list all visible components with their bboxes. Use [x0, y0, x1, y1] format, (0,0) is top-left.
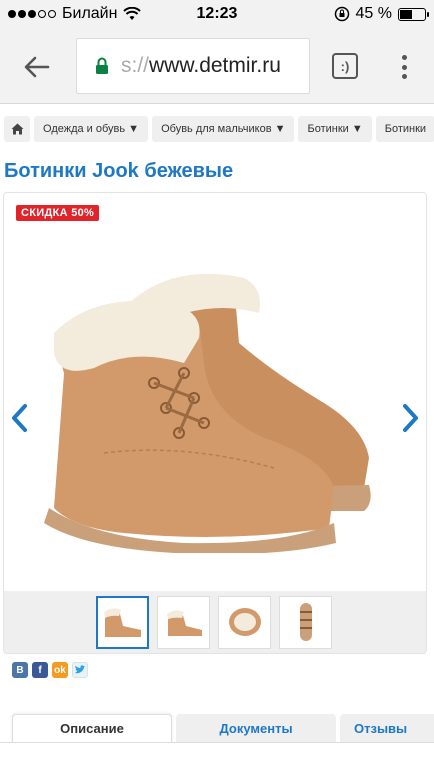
url-scheme: s:// [121, 54, 150, 77]
tab-reviews[interactable]: Отзывы [340, 714, 434, 742]
tabs-divider [0, 742, 434, 743]
rotation-lock-icon [334, 6, 349, 22]
gallery-prev-button[interactable] [10, 403, 30, 433]
product-image[interactable] [34, 253, 394, 553]
menu-button[interactable] [394, 50, 414, 84]
breadcrumb: Одежда и обувь ▼ Обувь для мальчиков ▼ Б… [0, 116, 434, 142]
breadcrumb-item[interactable]: Обувь для мальчиков ▼ [152, 116, 295, 142]
url-host: www.detmir.ru [149, 54, 281, 77]
back-button[interactable] [20, 50, 54, 84]
tab-documents[interactable]: Документы [176, 714, 336, 742]
gallery-next-button[interactable] [400, 403, 420, 433]
social-share: В f ok [12, 662, 88, 678]
url-text: s://www.detmir.ru [121, 54, 281, 78]
odnoklassniki-share-button[interactable]: ok [52, 662, 68, 678]
battery-percent: 45 % [355, 5, 392, 22]
home-icon [11, 123, 23, 135]
arrow-left-icon [24, 56, 50, 78]
thumbnail-3[interactable] [218, 595, 271, 649]
tab-description[interactable]: Описание [12, 714, 172, 742]
vk-share-button[interactable]: В [12, 662, 28, 678]
product-tabs: Описание Документы Отзывы [12, 714, 434, 742]
battery-icon [398, 7, 429, 21]
facebook-share-button[interactable]: f [32, 662, 48, 678]
twitter-share-button[interactable] [72, 662, 88, 678]
breadcrumb-item[interactable]: Одежда и обувь ▼ [34, 116, 149, 142]
thumbnail-2[interactable] [157, 595, 210, 649]
page-title: Ботинки Jook бежевые [4, 160, 234, 182]
browser-toolbar: s://www.detmir.ru :) [0, 28, 434, 104]
twitter-bird-icon [75, 665, 86, 674]
thumbnail-1[interactable] [96, 595, 149, 649]
status-bar: Билайн 12:23 45 % [0, 0, 434, 28]
tab-switcher-button[interactable]: :) [332, 53, 358, 79]
address-bar[interactable]: s://www.detmir.ru [76, 38, 310, 94]
breadcrumb-item[interactable]: Ботинки ▼ [298, 116, 372, 142]
breadcrumb-home[interactable] [4, 116, 30, 142]
product-gallery: СКИДКА 50% [3, 192, 427, 654]
lock-icon [96, 57, 108, 74]
thumbnail-4[interactable] [279, 595, 332, 649]
discount-badge: СКИДКА 50% [16, 205, 100, 221]
thumbnail-strip [4, 591, 426, 653]
breadcrumb-current: Ботинки [375, 116, 434, 142]
